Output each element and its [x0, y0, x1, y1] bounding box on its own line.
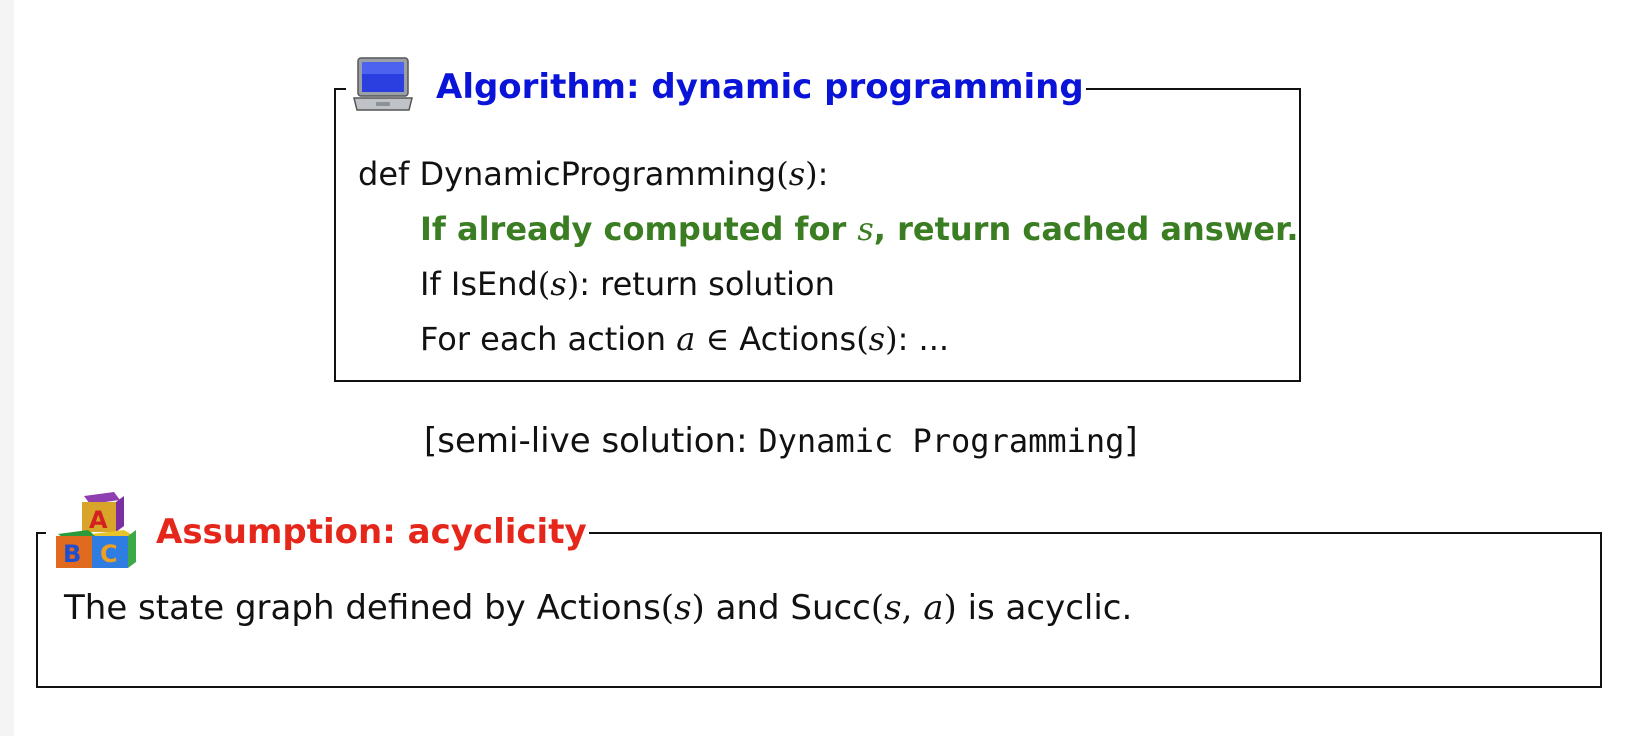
foreach-suffix: : ... — [897, 320, 950, 358]
svg-text:C: C — [100, 540, 118, 568]
abc-blocks-icon: A B C — [52, 490, 142, 574]
algorithm-header: Algorithm: dynamic programming — [346, 57, 1086, 117]
code-line-cache: If already computed for s, return cached… — [420, 209, 1298, 249]
assumption-comma: , — [901, 588, 924, 628]
assumption-box: A B C Assumption: acyclicity The state g… — [36, 492, 1602, 688]
assumption-text-1: The state graph defined by Actions — [64, 588, 661, 628]
assumption-arg-2b: a — [923, 588, 944, 628]
svg-text:A: A — [89, 506, 108, 534]
code-line-foreach: For each action a ∈ Actions(s): ... — [420, 320, 950, 358]
cache-prefix: If already computed for — [420, 210, 858, 248]
def-prefix: def DynamicProgramming — [358, 155, 777, 193]
foreach-in: ∈ — [695, 320, 740, 358]
isend-prefix: If IsEnd — [420, 265, 538, 303]
def-suffix: : — [817, 155, 829, 193]
semi-live-caption: [semi-live solution: Dynamic Programming… — [424, 419, 1138, 463]
assumption-header: A B C Assumption: acyclicity — [46, 492, 589, 570]
foreach-var: a — [676, 320, 696, 358]
assumption-arg-2a: s — [884, 588, 902, 628]
def-arg: s — [788, 155, 806, 193]
assumption-text-2: and Succ — [704, 588, 871, 628]
foreach-arg: s — [868, 320, 886, 358]
algorithm-box: Algorithm: dynamic programming def Dynam… — [334, 57, 1301, 382]
semi-live-suffix: ] — [1124, 421, 1138, 461]
isend-arg: s — [550, 265, 567, 303]
algorithm-title: Algorithm: dynamic programming — [436, 67, 1084, 107]
assumption-title: Assumption: acyclicity — [156, 512, 587, 552]
left-margin-strip — [0, 0, 14, 736]
semi-live-code: Dynamic Programming — [758, 422, 1125, 460]
code-line-def: def DynamicProgramming(s): — [358, 155, 829, 193]
assumption-text-3: is acyclic. — [956, 588, 1133, 628]
foreach-fn: Actions — [739, 320, 857, 358]
foreach-prefix: For each action — [420, 320, 677, 358]
code-line-isend: If IsEnd(s): return solution — [420, 265, 835, 303]
cache-suffix: , return cached answer. — [873, 210, 1299, 248]
cache-var: s — [857, 210, 874, 248]
semi-live-prefix: [semi-live solution: — [424, 421, 759, 461]
assumption-arg-1: s — [674, 588, 692, 628]
assumption-statement: The state graph defined by Actions(s) an… — [64, 588, 1133, 628]
isend-suffix: : return solution — [579, 265, 835, 303]
svg-text:B: B — [63, 540, 81, 568]
laptop-icon — [352, 56, 414, 118]
